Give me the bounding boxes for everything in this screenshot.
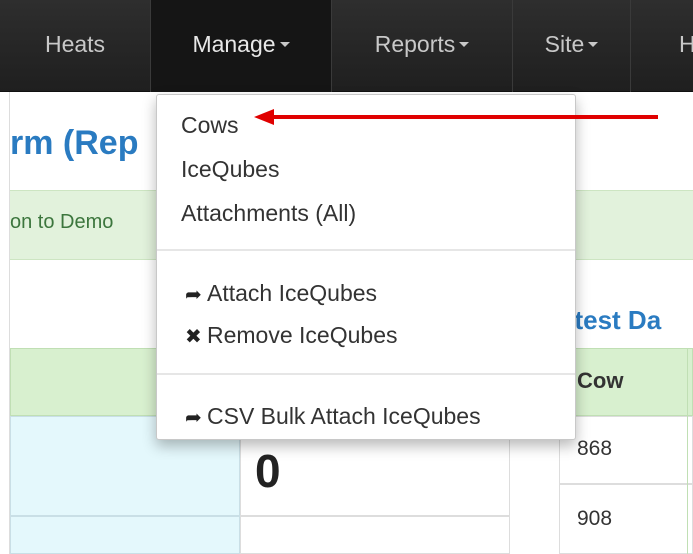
annotation-arrow-head	[254, 109, 274, 125]
nav-reports[interactable]: Reports	[332, 0, 512, 92]
alert-text: on to Demo	[10, 211, 114, 233]
menu-item-icequbes[interactable]: IceQubes	[181, 156, 279, 183]
nav-manage-label: Manage	[192, 31, 276, 57]
cow-id-cell[interactable]: 908	[577, 507, 612, 531]
panel-cell	[240, 516, 510, 554]
nav-site[interactable]: Site	[513, 0, 630, 92]
menu-item-attachments-all[interactable]: Attachments (All)	[181, 200, 356, 227]
menu-item-label: Attachments (All)	[181, 200, 357, 226]
menu-item-label: Attach IceQubes	[207, 280, 378, 306]
nav-reports-label: Reports	[374, 31, 456, 57]
nav-divider	[630, 0, 631, 92]
nav-site-label: Site	[544, 31, 585, 57]
nav-manage[interactable]: Manage	[151, 0, 331, 92]
menu-item-csv-bulk-attach[interactable]: ➦ CSV Bulk Attach IceQubes	[185, 403, 481, 430]
cow-id-cell[interactable]: 868	[577, 437, 612, 461]
page-title: rm (Rep	[10, 124, 139, 162]
column-divider	[687, 348, 688, 554]
remove-x-icon: ✖	[185, 326, 202, 348]
menu-divider	[157, 373, 575, 375]
menu-item-label: Cows	[181, 112, 239, 138]
column-header-cow[interactable]: Cow	[577, 368, 623, 394]
menu-item-remove-icequbes[interactable]: ✖ Remove IceQubes	[185, 322, 397, 349]
nav-help[interactable]: H	[645, 0, 693, 92]
nav-heats-label: Heats	[44, 31, 106, 57]
stat-value: 0	[255, 445, 281, 497]
menu-item-label: IceQubes	[181, 156, 280, 182]
menu-divider	[157, 249, 575, 251]
manage-dropdown-menu	[156, 94, 576, 440]
share-arrow-icon: ➦	[185, 284, 202, 306]
page-left-edge	[0, 92, 10, 554]
menu-item-attach-icequbes[interactable]: ➦ Attach IceQubes	[185, 280, 377, 307]
chevron-down-icon	[279, 41, 290, 47]
menu-item-cows[interactable]: Cows	[181, 112, 239, 139]
chevron-down-icon	[588, 41, 599, 47]
menu-item-label: CSV Bulk Attach IceQubes	[207, 403, 481, 429]
panel-cell	[10, 516, 240, 554]
menu-item-label: Remove IceQubes	[207, 322, 398, 348]
annotation-arrow-line	[270, 115, 658, 119]
nav-heats[interactable]: Heats	[0, 0, 150, 92]
chevron-down-icon	[459, 41, 470, 47]
share-arrow-icon: ➦	[185, 407, 202, 429]
nav-help-label: H	[679, 31, 693, 57]
